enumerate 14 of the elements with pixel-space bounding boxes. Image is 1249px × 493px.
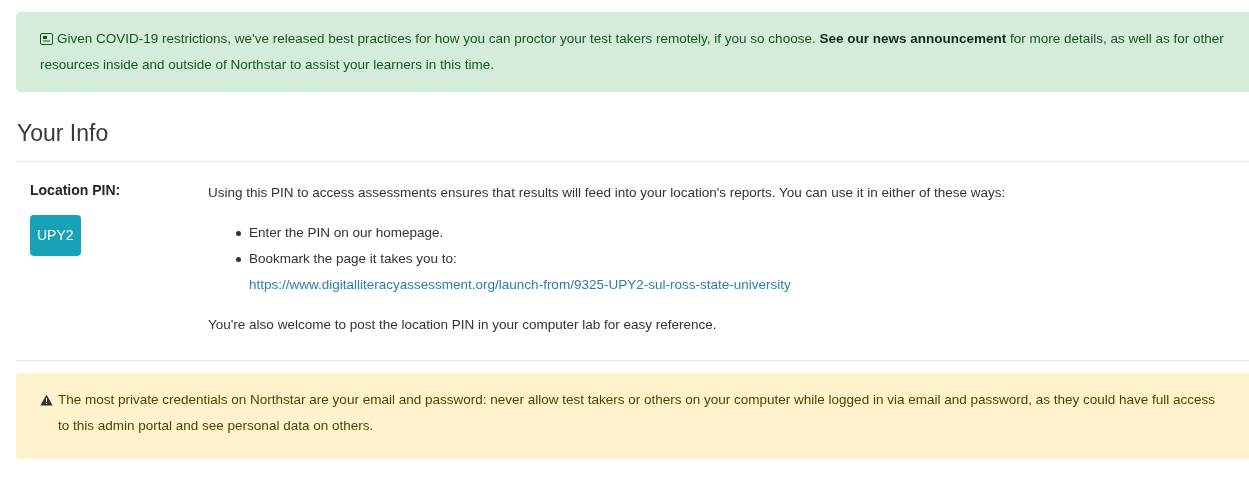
pin-footer-text: You're also welcome to post the location PIN in your computer lab for easy reference. [208,315,718,334]
pin-description: Using this PIN to access assessments ensures that results will feed into your location's reports. You can use it in either of these ways: [208,183,1007,202]
newspaper-icon [40,33,53,45]
list-item-text: Bookmark the page it takes you to: [249,249,458,268]
list-item-text: Enter the PIN on our homepage. [249,223,444,242]
bullet-icon [236,230,241,236]
warning-icon [40,393,53,406]
notice-text: Given COVID-19 restrictions, we've released best practices for how you can proctor your test takers remotely, if you so choose. See our news announcement for more details, as well as for other resources inside and outside of Northstar to assist your learners in this time. [40,30,1225,74]
pin-label: Location PIN: [30,180,121,200]
pin-badge: UPY2 [30,214,81,256]
warning-text: The most private credentials on Northstar are your email and password: never allow test takers or others on your computer while logged in via email and password, as they could have full access to this admin portal and see personal data on others. [58,390,1217,435]
launch-link[interactable]: https://www.digitalliteracyassessment.org/launch-from/9325-UPY2-sul-ross-state-university [249,271,791,298]
bullet-icon [236,256,241,262]
section-heading: Your Info [16,119,110,148]
